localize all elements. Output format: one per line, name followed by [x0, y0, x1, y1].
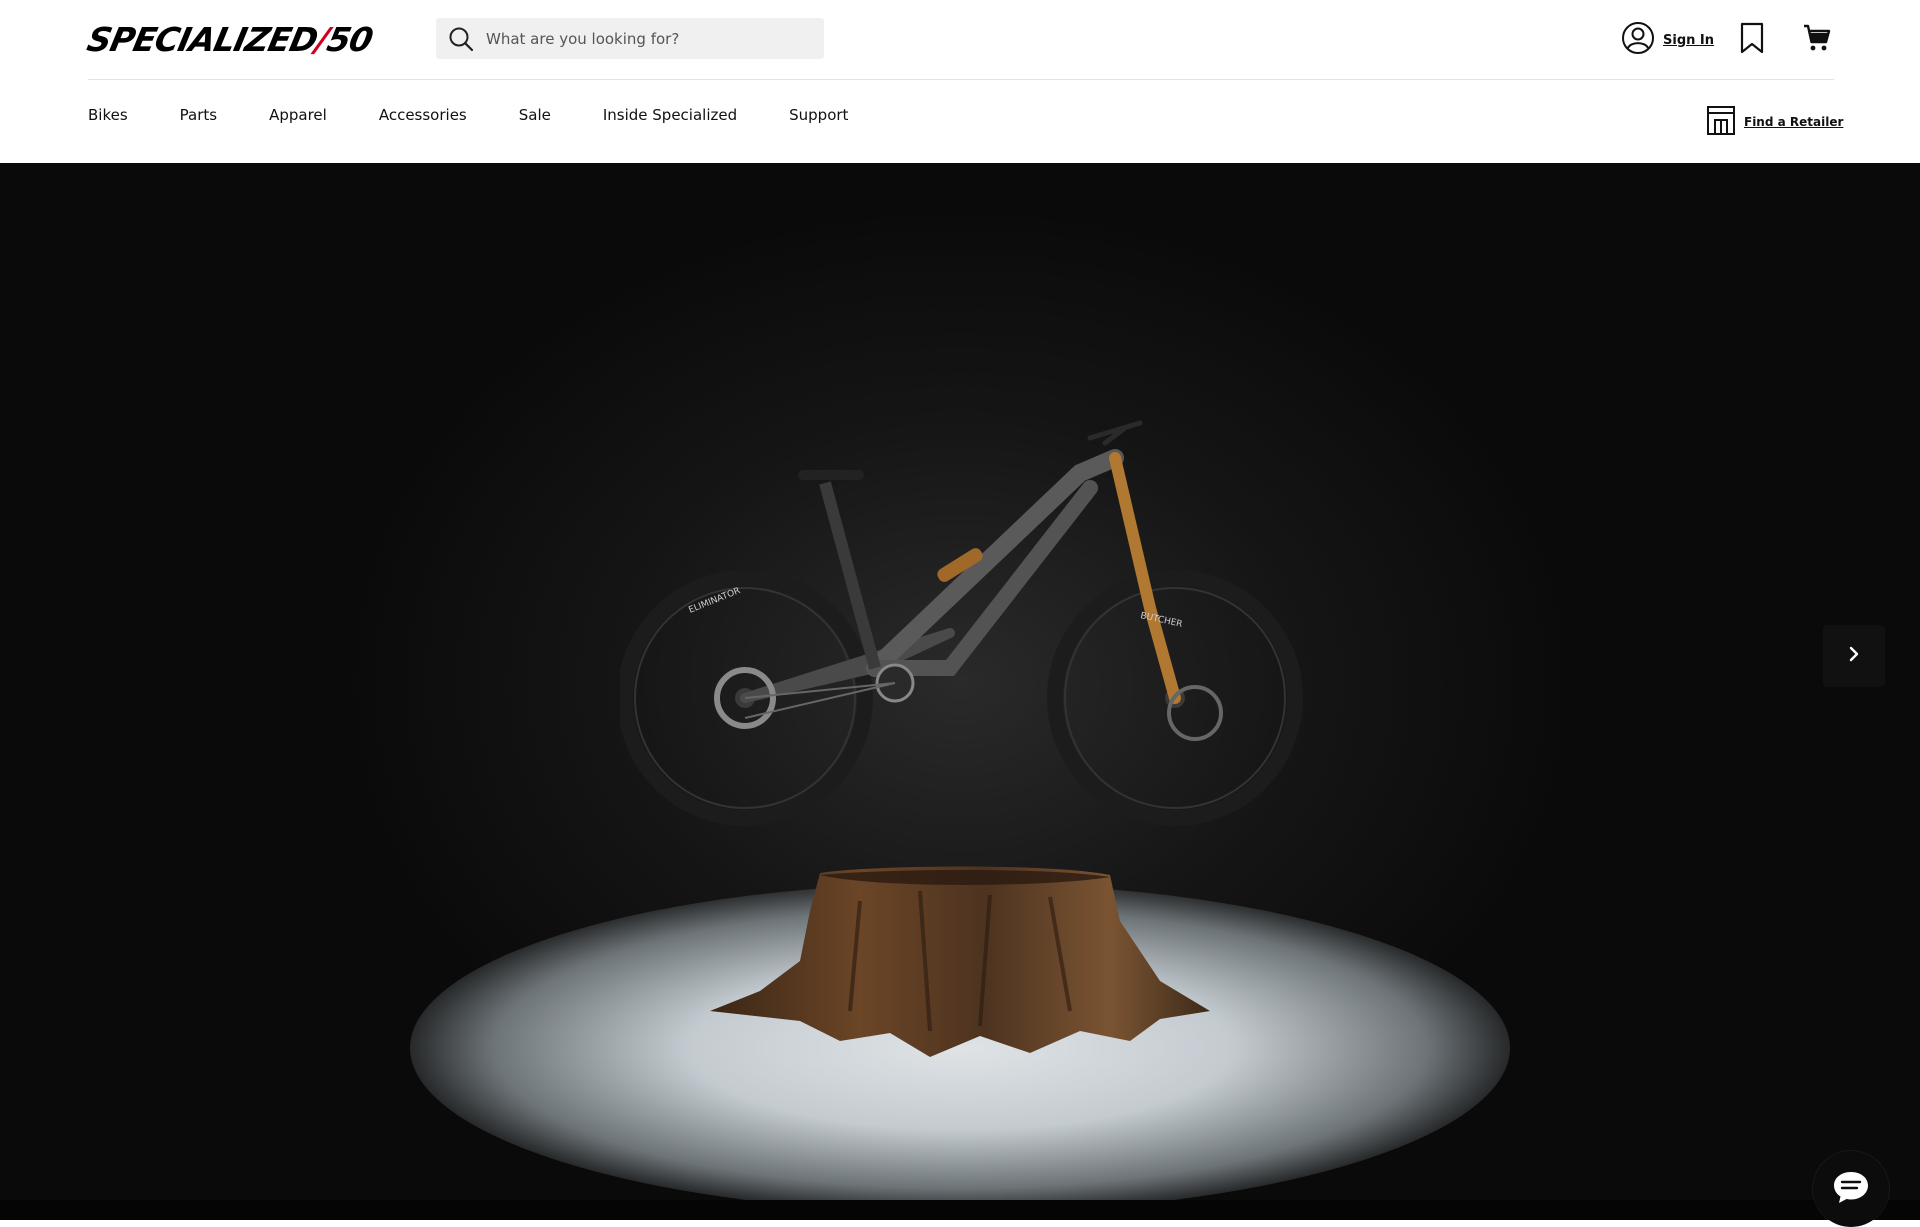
search-input[interactable]: [484, 28, 808, 49]
main-nav: Bikes Parts Apparel Accessories Sale Ins…: [88, 106, 848, 124]
mountain-bike-image: ELIMINATOR BUTCHER: [620, 420, 1303, 826]
hero-bottom-strip: [0, 1200, 1920, 1220]
store-icon[interactable]: [1706, 104, 1736, 140]
logo-number: 50: [323, 19, 376, 59]
bookmark-icon[interactable]: [1739, 22, 1765, 54]
nav-item-bikes[interactable]: Bikes: [88, 106, 128, 124]
nav-item-inside-specialized[interactable]: Inside Specialized: [603, 106, 737, 124]
nav-item-accessories[interactable]: Accessories: [379, 106, 467, 124]
chevron-right-icon: [1844, 644, 1864, 668]
nav-item-apparel[interactable]: Apparel: [269, 106, 327, 124]
hero-banner[interactable]: ELIMINATOR BUTCHER: [0, 163, 1920, 1200]
sign-in-link[interactable]: Sign In: [1663, 33, 1714, 48]
user-icon[interactable]: [1621, 21, 1655, 59]
find-retailer-label[interactable]: Find a Retailer: [1744, 115, 1843, 129]
nav-item-sale[interactable]: Sale: [519, 106, 551, 124]
carousel-next-button[interactable]: [1823, 625, 1885, 687]
site-header: SPECIALIZED/50 Sign In Bikes Parts Appar…: [0, 0, 1920, 163]
logo-wordmark: SPECIALIZED/50: [84, 20, 376, 59]
chat-button[interactable]: [1813, 1151, 1889, 1227]
account-link[interactable]: Sign In: [1621, 21, 1714, 59]
nav-item-parts[interactable]: Parts: [180, 106, 217, 124]
logo-main-text: SPECIALIZED: [83, 19, 321, 59]
chat-icon: [1831, 1169, 1871, 1209]
find-retailer-link[interactable]: Find a Retailer: [1706, 104, 1843, 140]
search-icon[interactable]: [448, 26, 474, 52]
search-bar[interactable]: [436, 18, 824, 59]
cart-icon[interactable]: [1802, 23, 1832, 53]
header-divider: [88, 79, 1834, 80]
nav-item-support[interactable]: Support: [789, 106, 848, 124]
specialized-logo[interactable]: SPECIALIZED/50: [84, 20, 376, 59]
